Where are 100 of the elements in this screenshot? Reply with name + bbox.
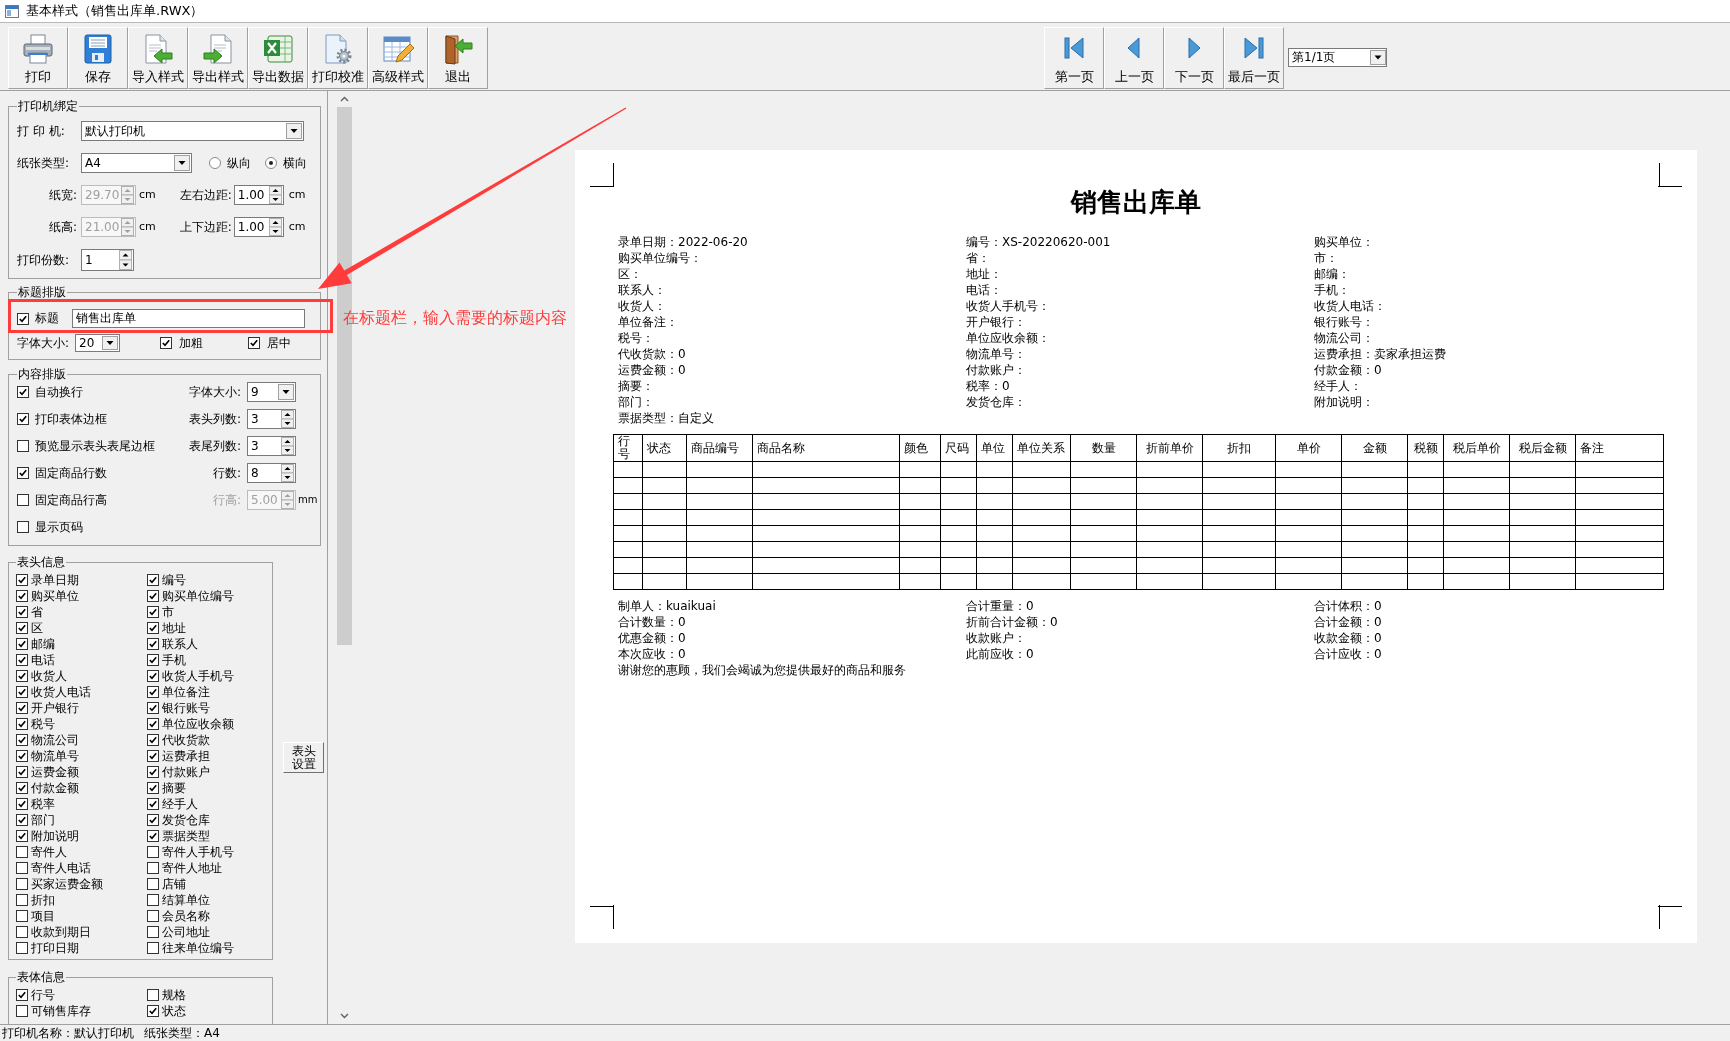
checkbox[interactable]: [17, 386, 29, 398]
checkbox[interactable]: [147, 782, 159, 794]
checkbox[interactable]: [147, 670, 159, 682]
checkbox-label[interactable]: 运费承担: [162, 747, 210, 765]
export-data-button[interactable]: 导出数据: [248, 27, 308, 89]
spin-field[interactable]: 8: [247, 463, 296, 483]
checkbox-label[interactable]: 买家运费金额: [31, 875, 103, 893]
spin-field[interactable]: 1.00: [233, 185, 284, 205]
checkbox-label[interactable]: 购买单位编号: [162, 587, 234, 605]
checkbox[interactable]: [16, 606, 28, 618]
spin-arrows-icon[interactable]: [281, 410, 294, 428]
checkbox-label[interactable]: 单位备注: [162, 683, 210, 701]
checkbox[interactable]: [147, 926, 159, 938]
checkbox[interactable]: [16, 622, 28, 634]
scroll-down-icon[interactable]: [340, 1013, 349, 1019]
checkbox[interactable]: [16, 814, 28, 826]
checkbox[interactable]: [16, 654, 28, 666]
checkbox-label[interactable]: 收货人电话: [31, 683, 91, 701]
spin-arrows-icon[interactable]: [268, 186, 282, 204]
page-dropdown[interactable]: 第1/1页: [1288, 48, 1387, 67]
radio-label[interactable]: 纵向: [227, 154, 251, 172]
checkbox[interactable]: [16, 638, 28, 650]
checkbox-label[interactable]: 收货人手机号: [162, 667, 234, 685]
checkbox-label[interactable]: 经手人: [162, 795, 198, 813]
checkbox-label[interactable]: 显示页码: [35, 518, 83, 536]
checkbox[interactable]: [147, 702, 159, 714]
checkbox[interactable]: [17, 413, 29, 425]
checkbox[interactable]: [17, 312, 29, 325]
last-page-button[interactable]: 最后一页: [1224, 27, 1284, 89]
checkbox[interactable]: [16, 766, 28, 778]
checkbox[interactable]: [147, 686, 159, 698]
spin-arrows-icon[interactable]: [281, 464, 294, 482]
checkbox-label[interactable]: 附加说明: [31, 827, 79, 845]
checkbox[interactable]: [147, 878, 159, 890]
checkbox-label[interactable]: 预览显示表头表尾边框: [35, 437, 155, 455]
checkbox-label[interactable]: 公司地址: [162, 923, 210, 941]
checkbox-label[interactable]: 会员名称: [162, 907, 210, 925]
spin-field[interactable]: 1.00: [233, 217, 284, 237]
checkbox-label[interactable]: 市: [162, 603, 174, 621]
checkbox-label[interactable]: 运费金额: [31, 763, 79, 781]
checkbox[interactable]: [147, 894, 159, 906]
header-settings-button[interactable]: 表头设置: [283, 742, 324, 773]
checkbox[interactable]: [147, 1005, 159, 1017]
checkbox[interactable]: [16, 718, 28, 730]
checkbox[interactable]: [160, 337, 172, 349]
checkbox-label[interactable]: 地址: [162, 619, 186, 637]
radio-button[interactable]: [265, 157, 277, 169]
checkbox-label[interactable]: 收款到期日: [31, 923, 91, 941]
checkbox-label[interactable]: 规格: [162, 986, 186, 1004]
checkbox-label[interactable]: 结算单位: [162, 891, 210, 909]
checkbox[interactable]: [16, 894, 28, 906]
checkbox[interactable]: [16, 942, 28, 954]
print-calibration-button[interactable]: 打印校准: [308, 27, 368, 89]
checkbox[interactable]: [17, 440, 29, 452]
checkbox[interactable]: [147, 846, 159, 858]
checkbox[interactable]: [16, 926, 28, 938]
checkbox-label[interactable]: 物流单号: [31, 747, 79, 765]
checkbox-label[interactable]: 购买单位: [31, 587, 79, 605]
checkbox[interactable]: [16, 750, 28, 762]
checkbox[interactable]: [16, 670, 28, 682]
checkbox[interactable]: [17, 467, 29, 479]
checkbox[interactable]: [147, 830, 159, 842]
checkbox-label[interactable]: 付款账户: [162, 763, 210, 781]
title-input[interactable]: 销售出库单: [72, 309, 305, 328]
checkbox[interactable]: [147, 989, 159, 1001]
checkbox[interactable]: [147, 590, 159, 602]
checkbox-label[interactable]: 发货仓库: [162, 811, 210, 829]
checkbox-label[interactable]: 折扣: [31, 891, 55, 909]
checkbox-label[interactable]: 票据类型: [162, 827, 210, 845]
checkbox-label[interactable]: 往来单位编号: [162, 939, 234, 957]
checkbox[interactable]: [16, 830, 28, 842]
printer-dropdown[interactable]: 默认打印机: [81, 121, 304, 141]
checkbox[interactable]: [147, 766, 159, 778]
checkbox-label[interactable]: 打印日期: [31, 939, 79, 957]
checkbox-label[interactable]: 单位应收余额: [162, 715, 234, 733]
spin-arrows-icon[interactable]: [268, 218, 282, 236]
spin-arrows-icon[interactable]: [119, 250, 132, 270]
exit-button[interactable]: 退出: [428, 27, 488, 89]
checkbox[interactable]: [17, 521, 29, 533]
checkbox-label[interactable]: 寄件人: [31, 843, 67, 861]
checkbox-label[interactable]: 项目: [31, 907, 55, 925]
checkbox[interactable]: [147, 638, 159, 650]
checkbox-label[interactable]: 手机: [162, 651, 186, 669]
checkbox-label[interactable]: 自动换行: [35, 383, 83, 401]
checkbox-label[interactable]: 代收货款: [162, 731, 210, 749]
checkbox-label[interactable]: 店铺: [162, 875, 186, 893]
previous-page-button[interactable]: 上一页: [1104, 27, 1164, 89]
checkbox-label[interactable]: 状态: [162, 1002, 186, 1020]
checkbox-label[interactable]: 银行账号: [162, 699, 210, 717]
checkbox[interactable]: [147, 750, 159, 762]
font-size-dropdown[interactable]: 20: [75, 334, 120, 352]
checkbox[interactable]: [16, 1005, 28, 1017]
radio-button[interactable]: [209, 157, 221, 169]
checkbox[interactable]: [16, 574, 28, 586]
advanced-style-button[interactable]: 高级样式: [368, 27, 428, 89]
checkbox[interactable]: [147, 606, 159, 618]
checkbox-label[interactable]: 联系人: [162, 635, 198, 653]
checkbox[interactable]: [147, 942, 159, 954]
checkbox-label[interactable]: 标题: [35, 310, 59, 327]
checkbox-label[interactable]: 寄件人手机号: [162, 843, 234, 861]
